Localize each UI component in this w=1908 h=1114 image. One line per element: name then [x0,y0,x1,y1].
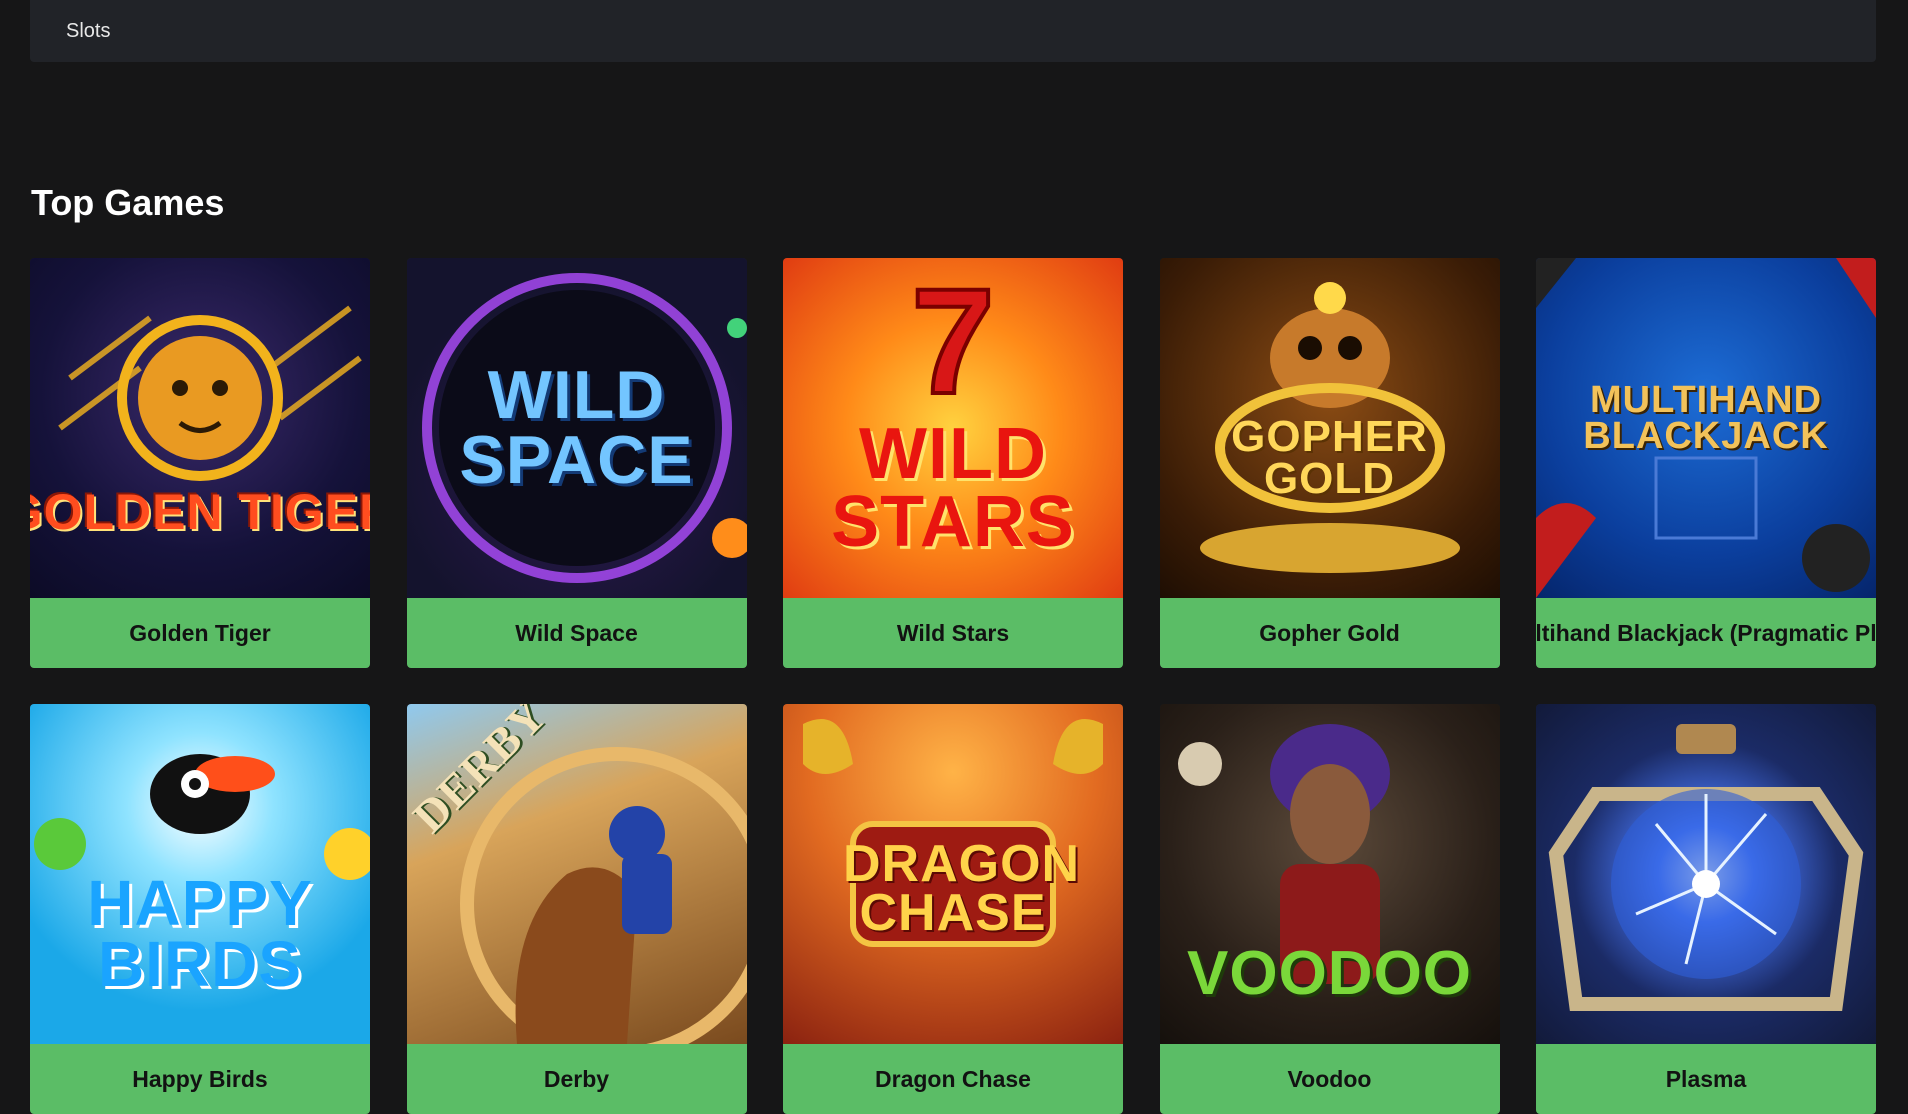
dragon-chase-logo-text: DRAGON CHASE [843,834,1081,942]
game-card-wild-stars[interactable]: 7 WILD STARS Wild Stars [783,258,1123,668]
section-title: Top Games [31,182,225,223]
game-title[interactable]: Voodoo [1159,1044,1500,1114]
happy-birds-logo-text: HAPPY BIRDS [87,867,313,1000]
game-title[interactable]: Multihand Blackjack (Pragmatic Play) [1536,598,1876,668]
game-title[interactable]: Happy Birds [30,1044,370,1114]
wild-stars-thumbnail[interactable]: 7 WILD STARS [783,258,1123,598]
blackjack-logo-text: MULTIHAND BLACKJACK [1583,378,1829,457]
wild-space-logo-text: WILD SPACE [459,357,694,498]
wild-stars-logo-text: WILD STARS [831,413,1075,562]
gopher-gold-thumbnail[interactable]: GOPHER GOLD [1159,258,1500,598]
games-grid: GOLDEN TIGER Golden Tiger WILD SPACE Wil… [30,258,1876,1114]
plasma-ball-thumbnail[interactable] [1536,704,1876,1044]
category-bar[interactable]: Slots [30,0,1876,62]
game-card-plasma[interactable]: Plasma [1536,704,1876,1114]
plasma-globe-icon [1548,724,1864,1011]
derby-thumbnail[interactable]: DERBY [406,704,747,1044]
dragon-chase-thumbnail[interactable]: DRAGON CHASE [783,704,1123,1044]
game-card-derby[interactable]: DERBY Derby [406,704,747,1114]
wild-space-thumbnail[interactable]: WILD SPACE [406,258,747,598]
tiger-icon [58,305,362,481]
game-card-voodoo[interactable]: VOODOO Voodoo [1159,704,1500,1114]
svg-text:7: 7 [911,258,994,425]
game-title[interactable]: Dragon Chase [783,1044,1123,1114]
game-card-dragon-chase[interactable]: DRAGON CHASE Dragon Chase [783,704,1123,1114]
gopher-gold-logo-text: GOPHER GOLD [1231,412,1428,503]
game-card-golden-tiger[interactable]: GOLDEN TIGER Golden Tiger [30,258,370,668]
game-title[interactable]: Gopher Gold [1159,598,1500,668]
game-title[interactable]: Wild Space [406,598,747,668]
multihand-blackjack-thumbnail[interactable]: MULTIHAND BLACKJACK [1536,258,1876,598]
game-card-happy-birds[interactable]: HAPPY BIRDS Happy Birds [30,704,370,1114]
game-title[interactable]: Wild Stars [783,598,1123,668]
golden-tiger-thumbnail[interactable]: GOLDEN TIGER [30,258,370,598]
game-card-multihand-blackjack[interactable]: MULTIHAND BLACKJACK Multihand Blackjack … [1536,258,1876,668]
game-card-gopher-gold[interactable]: GOPHER GOLD Gopher Gold [1159,258,1500,668]
voodoo-thumbnail[interactable]: VOODOO [1159,704,1500,1044]
voodoo-logo-text: VOODOO [1186,938,1473,1008]
game-title[interactable]: Derby [406,1044,747,1114]
game-card-wild-space[interactable]: WILD SPACE Wild Space [406,258,747,668]
category-bar-label: Slots [66,20,111,42]
golden-tiger-logo-text: GOLDEN TIGER [30,484,370,541]
game-title[interactable]: Plasma [1536,1044,1876,1114]
happy-birds-thumbnail[interactable]: HAPPY BIRDS [30,704,370,1044]
game-title[interactable]: Golden Tiger [30,598,370,668]
